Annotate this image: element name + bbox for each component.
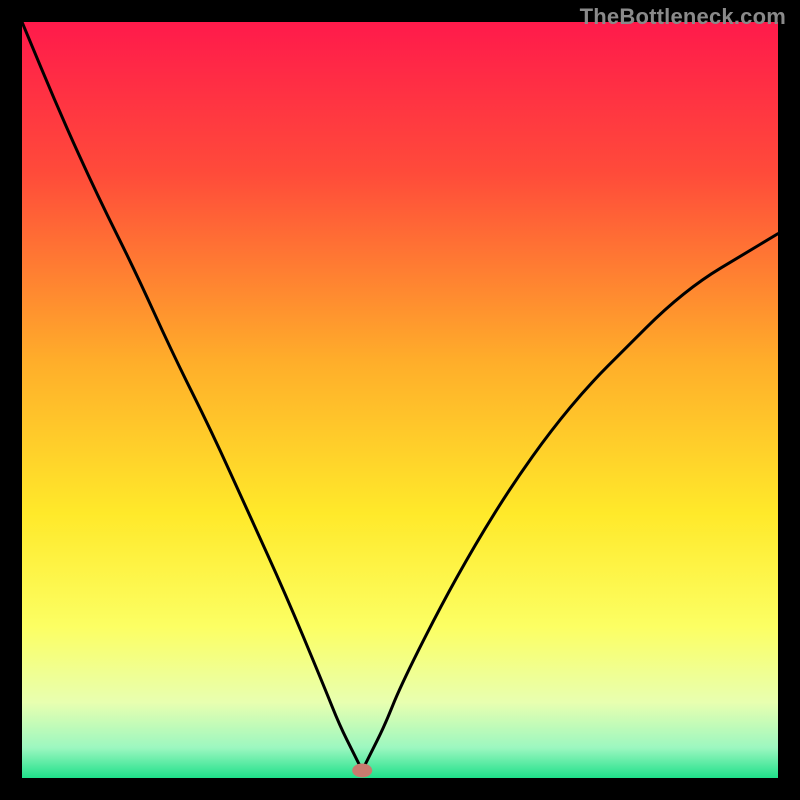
chart-frame: TheBottleneck.com: [0, 0, 800, 800]
optimum-marker: [352, 763, 372, 777]
watermark-text: TheBottleneck.com: [580, 4, 786, 30]
chart-plot-area: [22, 22, 778, 778]
heat-gradient-background: [22, 22, 778, 778]
bottleneck-chart: [22, 22, 778, 778]
